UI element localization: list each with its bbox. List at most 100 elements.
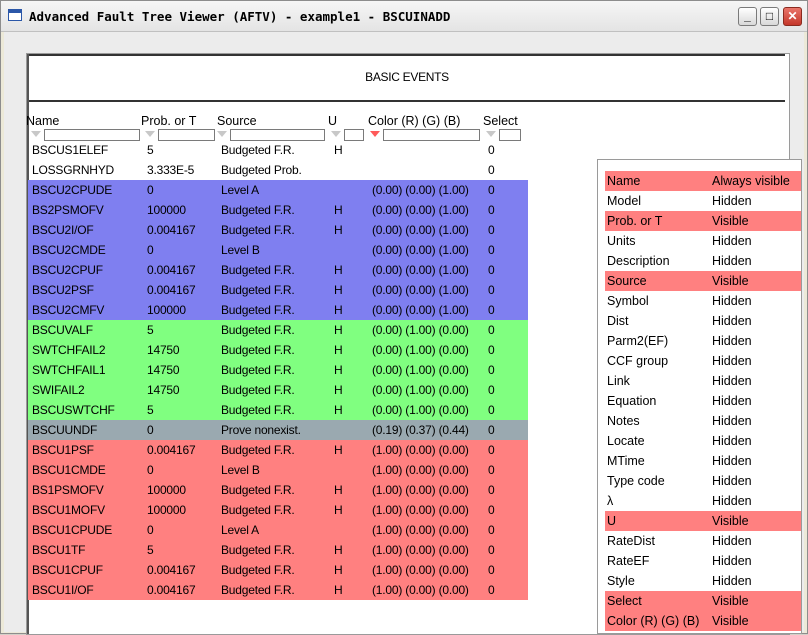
visibility-item[interactable]: λ Hidden [605, 491, 801, 511]
visibility-state[interactable]: Visible [712, 214, 749, 228]
visibility-state[interactable]: Hidden [712, 354, 752, 368]
cell-source: Budgeted Prob. [221, 163, 302, 177]
cell-select: 0 [488, 363, 495, 377]
sort-arrow-active-icon[interactable] [370, 131, 380, 137]
visibility-item[interactable]: CCF group Hidden [605, 351, 801, 371]
cell-name: BS1PSMOFV [32, 483, 104, 497]
table-row[interactable]: BSCU1CPUF 0.004167 Budgeted F.R. H (1.00) (0… [28, 560, 528, 580]
cell-color: (0.00) (1.00) (0.00) [372, 363, 469, 377]
visibility-state[interactable]: Hidden [712, 294, 752, 308]
table-row[interactable]: BSCU2I/OF 0.004167 Budgeted F.R. H (0.00) (0… [28, 220, 528, 240]
visibility-state[interactable]: Visible [712, 614, 749, 628]
visibility-item[interactable]: Notes Hidden [605, 411, 801, 431]
table-row[interactable]: BSCU2CPUF 0.004167 Budgeted F.R. H (0.00) (0… [28, 260, 528, 280]
table-row[interactable]: BSCU1TF 5 Budgeted F.R. H (1.00) (0.00) (0.0… [28, 540, 528, 560]
visibility-state[interactable]: Visible [712, 274, 749, 288]
table-row[interactable]: BSCUVALF 5 Budgeted F.R. H (0.00) (1.00) (0.… [28, 320, 528, 340]
sort-arrow-icon[interactable] [145, 131, 155, 137]
cell-name: BSCU1CPUF [32, 563, 103, 577]
visibility-state[interactable]: Hidden [712, 434, 752, 448]
table-row[interactable]: BSCU2CMDE 0 Level B (0.00) (0.00) (1.00) 0 [28, 240, 528, 260]
table-row[interactable]: SWTCHFAIL1 14750 Budgeted F.R. H (0.00) (1.0… [28, 360, 528, 380]
visibility-state[interactable]: Always visible [712, 174, 790, 188]
visibility-state[interactable]: Hidden [712, 494, 752, 508]
table-row[interactable]: BS2PSMOFV 100000 Budgeted F.R. H (0.00) (0.0… [28, 200, 528, 220]
cell-color: (1.00) (0.00) (0.00) [372, 583, 469, 597]
visibility-item[interactable]: RateDist Hidden [605, 531, 801, 551]
table-row[interactable]: BSCU1MOFV 100000 Budgeted F.R. H (1.00) (0.0… [28, 500, 528, 520]
visibility-item[interactable]: Dist Hidden [605, 311, 801, 331]
visibility-field-label: Dist [607, 314, 629, 328]
table-row[interactable]: BSCU2PSF 0.004167 Budgeted F.R. H (0.00) (0.… [28, 280, 528, 300]
column-header-color[interactable]: Color (R) (G) (B) [368, 114, 460, 128]
visibility-item[interactable]: Locate Hidden [605, 431, 801, 451]
visibility-state[interactable]: Hidden [712, 394, 752, 408]
column-header-prob[interactable]: Prob. or T [141, 114, 196, 128]
visibility-item[interactable]: Units Hidden [605, 231, 801, 251]
visibility-item[interactable]: U Visible [605, 511, 801, 531]
cell-prob: 0 [147, 243, 154, 257]
table-row[interactable]: BSCU2CPUDE 0 Level A (0.00) (0.00) (1.00) 0 [28, 180, 528, 200]
visibility-item[interactable]: Parm2(EF) Hidden [605, 331, 801, 351]
minimize-button[interactable]: _ [738, 7, 757, 26]
table-row[interactable]: LOSSGRNHYD 3.333E-5 Budgeted Prob. 0 [28, 160, 528, 180]
column-header-name[interactable]: Name [26, 114, 59, 128]
sort-arrow-icon[interactable] [331, 131, 341, 137]
column-header-select[interactable]: Select [483, 114, 518, 128]
cell-color: (0.00) (0.00) (1.00) [372, 263, 469, 277]
sort-arrow-icon[interactable] [31, 131, 41, 137]
visibility-item[interactable]: Symbol Hidden [605, 291, 801, 311]
visibility-state[interactable]: Visible [712, 594, 749, 608]
cell-prob: 0.004167 [147, 443, 196, 457]
visibility-state[interactable]: Hidden [712, 414, 752, 428]
table-row[interactable]: BSCUUNDF 0 Prove nonexist. (0.19) (0.37) (0… [28, 420, 528, 440]
visibility-item[interactable]: Source Visible [605, 271, 801, 291]
cell-u: H [334, 223, 343, 237]
visibility-item[interactable]: Link Hidden [605, 371, 801, 391]
visibility-item[interactable]: Type code Hidden [605, 471, 801, 491]
table-row[interactable]: BSCU1CPUDE 0 Level A (1.00) (0.00) (0.00) 0 [28, 520, 528, 540]
visibility-state[interactable]: Hidden [712, 574, 752, 588]
cell-u: H [334, 303, 343, 317]
table-row[interactable]: BS1PSMOFV 100000 Budgeted F.R. H (1.00) (0.0… [28, 480, 528, 500]
visibility-state[interactable]: Hidden [712, 454, 752, 468]
table-row[interactable]: BSCU1CMDE 0 Level B (1.00) (0.00) (0.00) 0 [28, 460, 528, 480]
close-button[interactable]: ✕ [783, 7, 802, 26]
visibility-item[interactable]: Equation Hidden [605, 391, 801, 411]
visibility-state[interactable]: Hidden [712, 474, 752, 488]
visibility-state[interactable]: Hidden [712, 254, 752, 268]
visibility-item[interactable]: Style Hidden [605, 571, 801, 591]
title-bar[interactable]: Advanced Fault Tree Viewer (AFTV) - exam… [1, 1, 807, 32]
table-row[interactable]: SWTCHFAIL2 14750 Budgeted F.R. H (0.00) (1.0… [28, 340, 528, 360]
visibility-state[interactable]: Hidden [712, 554, 752, 568]
visibility-state[interactable]: Visible [712, 514, 749, 528]
column-header-u[interactable]: U [328, 114, 337, 128]
sort-arrow-icon[interactable] [217, 131, 227, 137]
table-row[interactable]: SWIFAIL2 14750 Budgeted F.R. H (0.00) (1.00)… [28, 380, 528, 400]
visibility-state[interactable]: Hidden [712, 334, 752, 348]
visibility-item[interactable]: Name Always visible [605, 171, 801, 191]
table-row[interactable]: BSCU1PSF 0.004167 Budgeted F.R. H (1.00) (0.… [28, 440, 528, 460]
visibility-state[interactable]: Hidden [712, 234, 752, 248]
visibility-item[interactable]: Description Hidden [605, 251, 801, 271]
table-row[interactable]: BSCUSWTCHF 5 Budgeted F.R. H (0.00) (1.00) (… [28, 400, 528, 420]
cell-prob: 14750 [147, 383, 180, 397]
table-row[interactable]: BSCU1I/OF 0.004167 Budgeted F.R. H (1.00) (0… [28, 580, 528, 600]
cell-select: 0 [488, 483, 495, 497]
visibility-item[interactable]: RateEF Hidden [605, 551, 801, 571]
visibility-state[interactable]: Hidden [712, 314, 752, 328]
visibility-state[interactable]: Hidden [712, 194, 752, 208]
column-header-source[interactable]: Source [217, 114, 257, 128]
visibility-item[interactable]: Color (R) (G) (B) Visible [605, 611, 801, 631]
visibility-item[interactable]: MTime Hidden [605, 451, 801, 471]
cell-prob: 5 [147, 543, 154, 557]
visibility-item[interactable]: Prob. or T Visible [605, 211, 801, 231]
table-row[interactable]: BSCUS1ELEF 5 Budgeted F.R. H 0 [28, 140, 528, 160]
visibility-item[interactable]: Select Visible [605, 591, 801, 611]
sort-arrow-icon[interactable] [486, 131, 496, 137]
visibility-state[interactable]: Hidden [712, 374, 752, 388]
table-row[interactable]: BSCU2CMFV 100000 Budgeted F.R. H (0.00) (0.0… [28, 300, 528, 320]
visibility-state[interactable]: Hidden [712, 534, 752, 548]
maximize-button[interactable]: □ [760, 7, 779, 26]
visibility-item[interactable]: Model Hidden [605, 191, 801, 211]
